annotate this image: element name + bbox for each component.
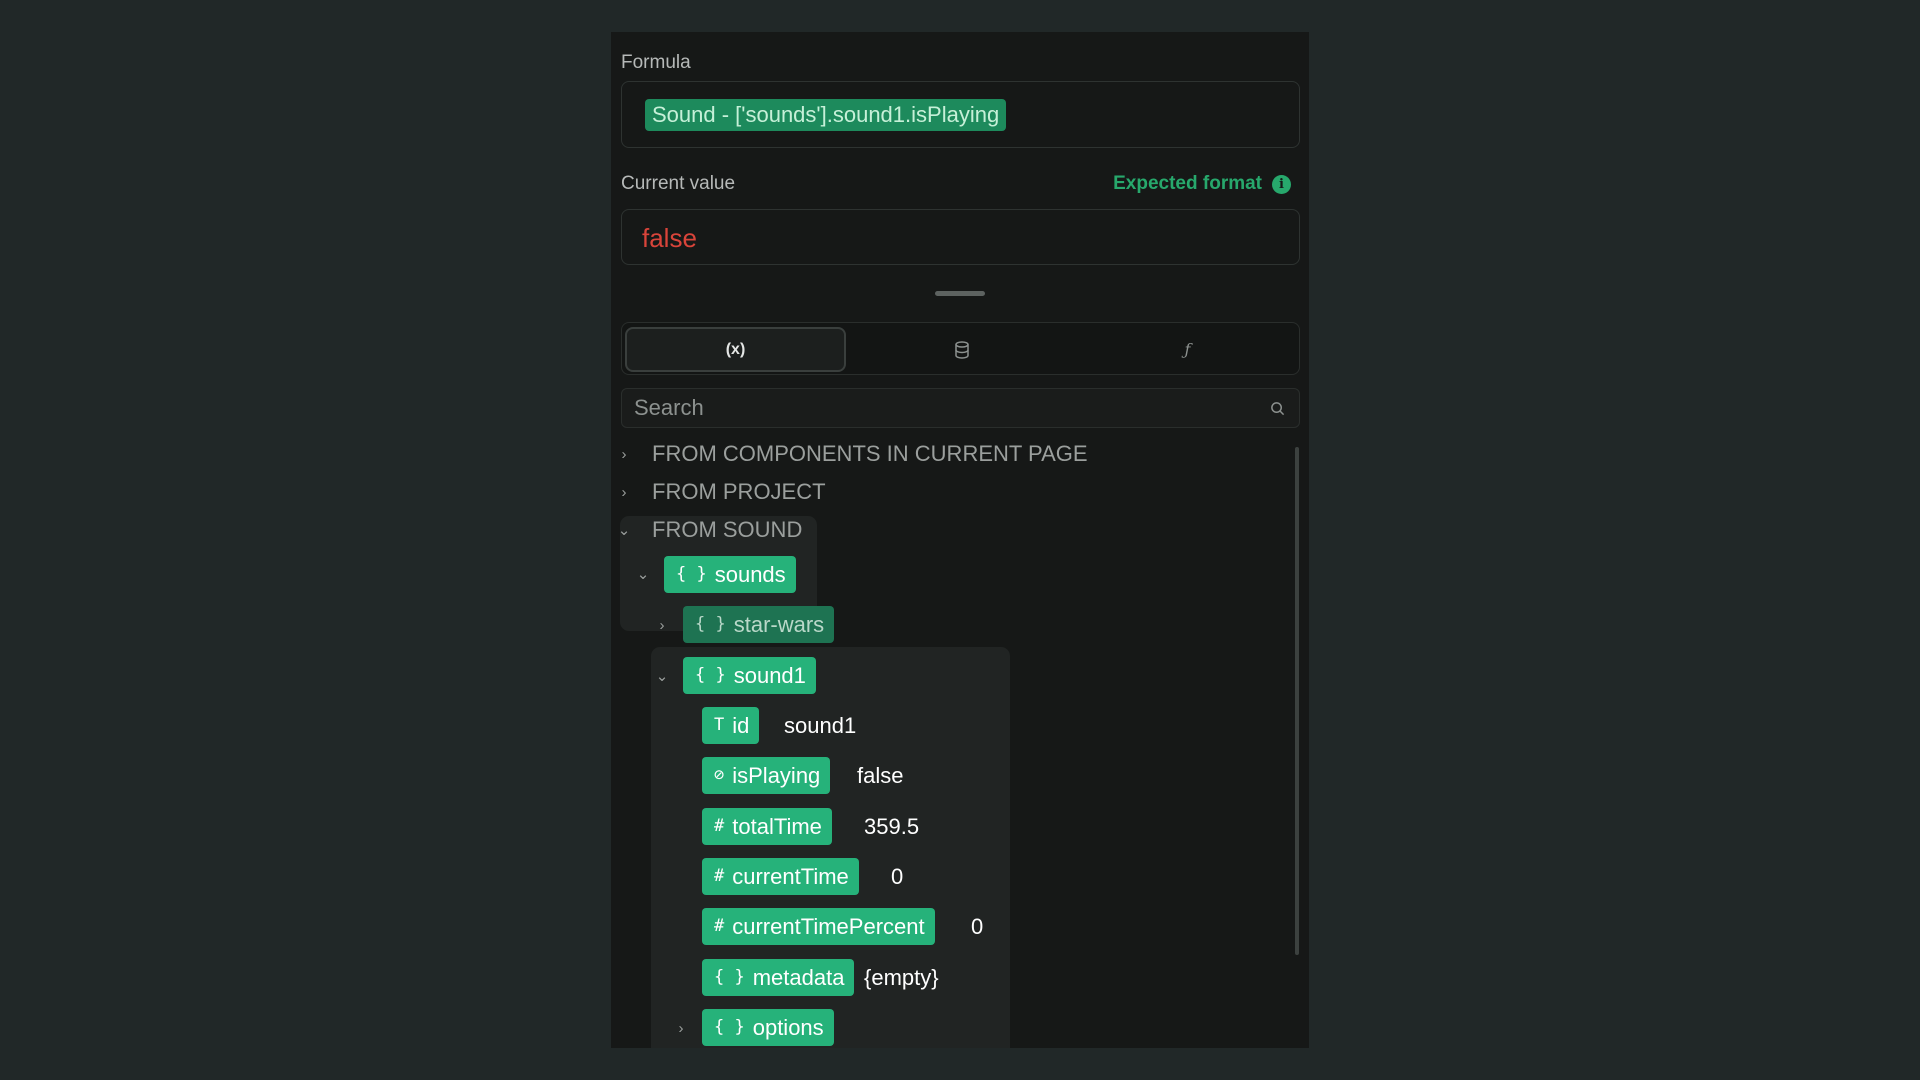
current-value-label: Current value xyxy=(621,173,736,194)
number-type-icon: # xyxy=(714,816,725,836)
chevron-down-icon[interactable]: ⌄ xyxy=(636,567,650,582)
chevron-right-icon[interactable]: › xyxy=(617,485,631,500)
field-name: isPlaying xyxy=(732,763,821,788)
tree-node-star-wars[interactable]: { } star-wars xyxy=(683,606,835,643)
field-currentTime[interactable]: # currentTime xyxy=(702,858,859,895)
object-icon: { } xyxy=(714,1017,745,1037)
chevron-right-icon[interactable]: › xyxy=(655,618,669,633)
field-name: totalTime xyxy=(732,814,822,839)
variable-icon: (x) xyxy=(725,340,746,358)
field-value: 0 xyxy=(971,914,984,939)
tree-header-project[interactable]: FROM PROJECT xyxy=(652,479,826,505)
node-label: options xyxy=(752,1015,824,1040)
resize-handle[interactable] xyxy=(935,291,985,296)
field-name: currentTimePercent xyxy=(732,914,925,939)
expected-format-link[interactable]: Expected format i xyxy=(1113,173,1291,195)
chevron-right-icon[interactable]: › xyxy=(617,447,631,462)
tree-header-sound[interactable]: FROM SOUND xyxy=(652,517,802,543)
object-icon: { } xyxy=(714,967,745,987)
object-icon: { } xyxy=(695,665,726,685)
tab-data[interactable] xyxy=(851,327,1072,372)
node-label: sound1 xyxy=(733,663,806,688)
number-type-icon: # xyxy=(714,866,725,886)
field-totalTime[interactable]: # totalTime xyxy=(702,808,832,845)
tree-node-options[interactable]: { } options xyxy=(702,1009,834,1046)
tree-header-components[interactable]: FROM COMPONENTS IN CURRENT PAGE xyxy=(652,441,1088,467)
field-name: id xyxy=(732,713,750,738)
number-type-icon: # xyxy=(714,916,725,936)
source-tabs: (x) ƒ xyxy=(621,322,1300,375)
field-metadata[interactable]: { } metadata xyxy=(702,959,855,996)
current-value-text: false xyxy=(642,223,697,253)
tab-variables[interactable]: (x) xyxy=(625,327,846,372)
search-icon xyxy=(1271,402,1285,416)
search-input[interactable] xyxy=(634,389,1254,427)
field-value: sound1 xyxy=(784,713,857,738)
formula-label: Formula xyxy=(621,52,691,73)
expected-format-label: Expected format xyxy=(1113,173,1262,194)
field-value: false xyxy=(857,763,904,788)
object-icon: { } xyxy=(676,564,707,584)
field-currentTimePercent[interactable]: # currentTimePercent xyxy=(702,908,935,945)
tab-functions[interactable]: ƒ xyxy=(1077,327,1298,372)
current-value-box: false xyxy=(621,209,1300,265)
boolean-type-icon: ⊘ xyxy=(714,765,725,785)
search-field[interactable] xyxy=(621,388,1300,428)
formula-input[interactable]: Sound - ['sounds'].sound1.isPlaying xyxy=(621,81,1300,148)
tree-scrollbar[interactable] xyxy=(1295,447,1299,955)
text-type-icon: T xyxy=(714,715,725,735)
database-icon xyxy=(954,340,969,359)
field-name: metadata xyxy=(752,965,845,990)
field-value: 359.5 xyxy=(864,814,920,839)
function-icon: ƒ xyxy=(1184,340,1191,359)
chevron-down-icon[interactable]: ⌄ xyxy=(617,523,631,538)
field-id[interactable]: T id xyxy=(702,707,760,744)
field-name: currentTime xyxy=(732,864,849,889)
field-isPlaying[interactable]: ⊘ isPlaying xyxy=(702,757,831,794)
formula-editor-panel: Formula Sound - ['sounds'].sound1.isPlay… xyxy=(611,32,1309,1048)
object-icon: { } xyxy=(695,614,726,634)
formula-chip[interactable]: Sound - ['sounds'].sound1.isPlaying xyxy=(645,99,1007,131)
info-icon[interactable]: i xyxy=(1272,174,1291,194)
tree-node-sounds[interactable]: { } sounds xyxy=(664,556,796,593)
tree-node-sound1[interactable]: { } sound1 xyxy=(683,657,816,694)
node-label: sounds xyxy=(714,562,786,587)
chevron-down-icon[interactable]: ⌄ xyxy=(655,669,669,684)
field-value: 0 xyxy=(891,864,904,889)
chevron-right-icon[interactable]: › xyxy=(674,1021,688,1036)
node-label: star-wars xyxy=(733,612,825,637)
field-value: {empty} xyxy=(864,965,939,990)
